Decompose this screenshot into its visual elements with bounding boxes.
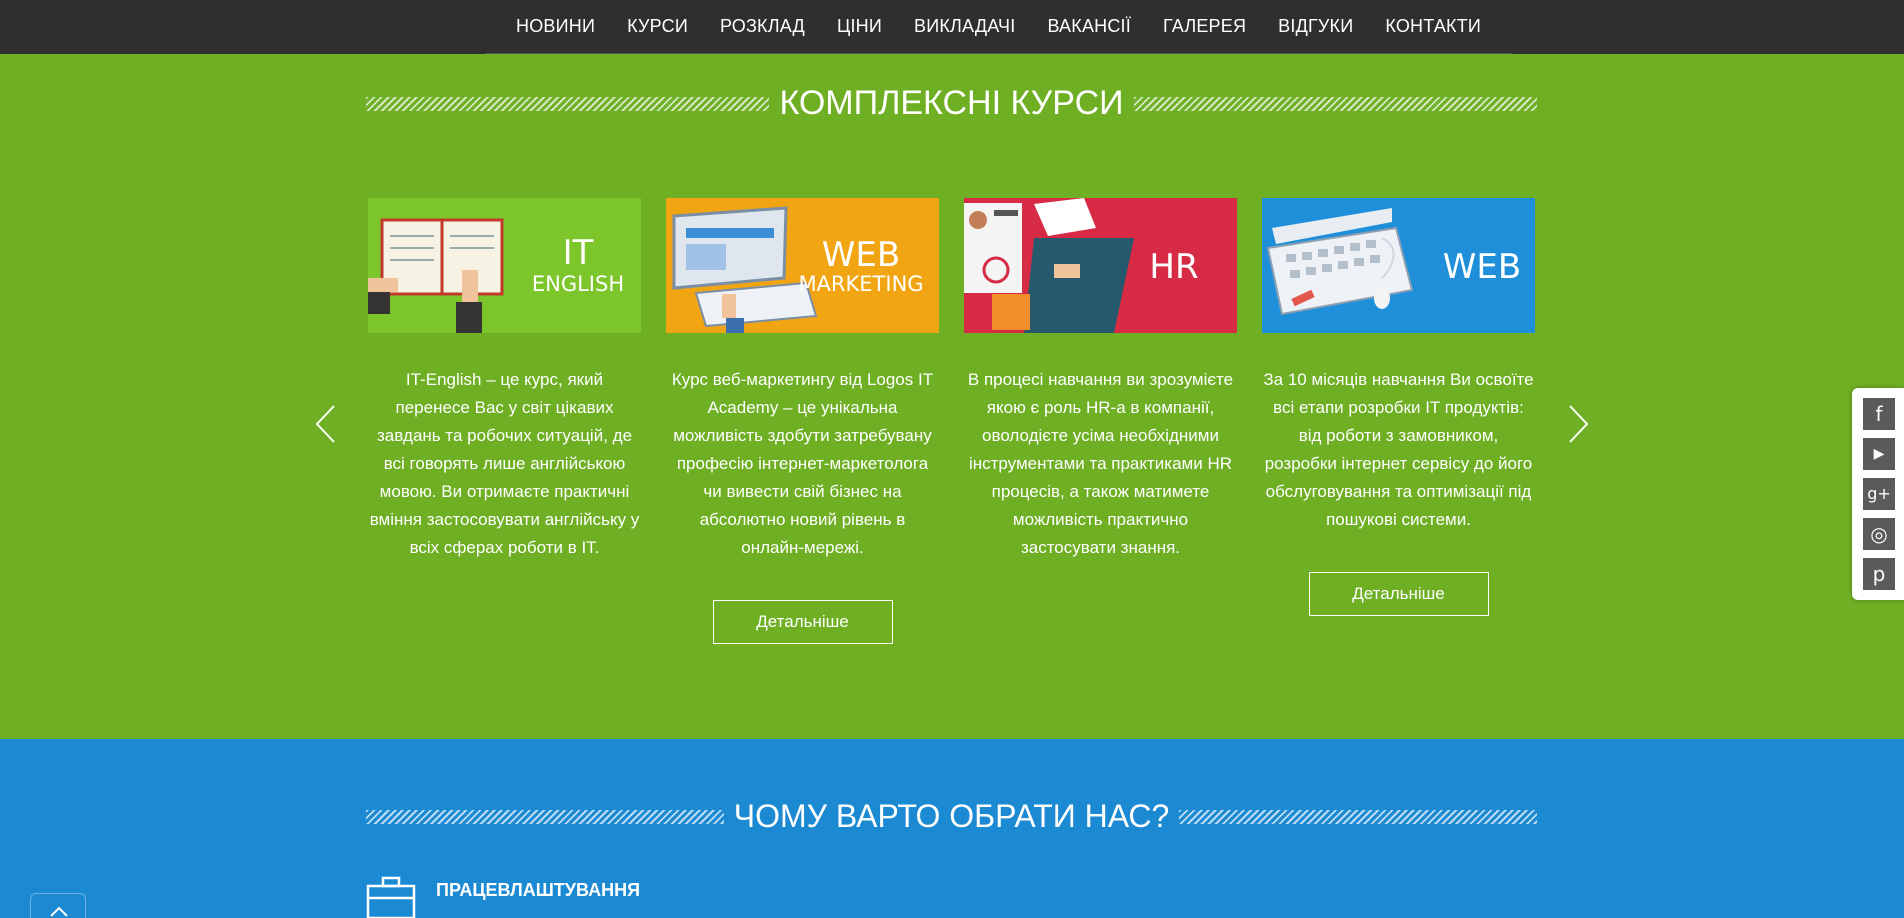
nav-item-reviews[interactable]: ВІДГУКИ bbox=[1278, 16, 1353, 37]
google-plus-icon[interactable]: g+ bbox=[1863, 478, 1895, 510]
nav-item-news[interactable]: НОВИНИ bbox=[516, 16, 595, 37]
courses-section-header: КОМПЛЕКСНІ КУРСИ bbox=[366, 84, 1537, 123]
carousel-next-arrow[interactable] bbox=[1566, 404, 1590, 444]
social-sidebar: f ▶ g+ ◎ p bbox=[1852, 388, 1904, 600]
chevron-left-icon bbox=[315, 405, 335, 443]
title-decoration-right bbox=[1133, 96, 1537, 111]
image-label-primary: WEB bbox=[821, 235, 901, 275]
why-section-header: ЧОМУ ВАРТО ОБРАТИ НАС? bbox=[366, 798, 1538, 835]
details-button[interactable]: Детальніше bbox=[712, 600, 893, 644]
youtube-icon[interactable]: ▶ bbox=[1863, 438, 1895, 470]
feature-title: ПРАЦЕВЛАШТУВАННЯ bbox=[436, 880, 641, 900]
title-decoration-left bbox=[366, 809, 724, 824]
image-label-primary: HR bbox=[1149, 247, 1199, 287]
course-image[interactable]: WEB bbox=[1262, 198, 1535, 333]
course-image[interactable]: IT ENGLISH bbox=[368, 198, 641, 333]
facebook-icon[interactable]: f bbox=[1863, 398, 1895, 430]
course-description: IT-English – це курс, який перенесе Вас … bbox=[369, 370, 640, 557]
course-image[interactable]: WEB MARKETING bbox=[666, 198, 939, 333]
instagram-icon[interactable]: ◎ bbox=[1863, 518, 1895, 550]
nav-item-teachers[interactable]: ВИКЛАДАЧІ bbox=[914, 16, 1015, 37]
image-label-secondary: MARKETING bbox=[798, 272, 924, 296]
nav-item-contacts[interactable]: КОНТАКТИ bbox=[1385, 16, 1481, 37]
pinterest-icon[interactable]: p bbox=[1863, 558, 1895, 590]
course-card-web-marketing: WEB MARKETING Курс веб-маркетингу від Lo… bbox=[666, 198, 939, 644]
why-section-title: ЧОМУ ВАРТО ОБРАТИ НАС? bbox=[733, 798, 1170, 834]
nav-item-courses[interactable]: КУРСИ bbox=[627, 16, 688, 37]
course-description: Курс веб-маркетингу від Logos IT Academy… bbox=[671, 370, 934, 557]
nav-item-vacancies[interactable]: ВАКАНСІЇ bbox=[1047, 16, 1131, 37]
image-label-primary: WEB bbox=[1442, 247, 1522, 287]
courses-section-title: КОМПЛЕКСНІ КУРСИ bbox=[779, 84, 1124, 122]
briefcase-icon bbox=[366, 876, 416, 918]
courses-section: КОМПЛЕКСНІ КУРСИ IT ENGLISH IT-English –… bbox=[0, 54, 1904, 739]
course-image[interactable]: HR bbox=[964, 198, 1237, 333]
main-menu: НОВИНИ КУРСИ РОЗКЛАД ЦІНИ ВИКЛАДАЧІ ВАКА… bbox=[485, 0, 1513, 54]
details-button[interactable]: Детальніше bbox=[1308, 572, 1489, 616]
top-navigation: НОВИНИ КУРСИ РОЗКЛАД ЦІНИ ВИКЛАДАЧІ ВАКА… bbox=[0, 0, 1904, 54]
image-label-secondary: ENGLISH bbox=[531, 272, 625, 296]
course-card-it-english: IT ENGLISH IT-English – це курс, який пе… bbox=[368, 198, 641, 562]
course-card-web: WEB За 10 місяців навчання Ви освоїте вс… bbox=[1262, 198, 1535, 616]
chevron-up-icon bbox=[50, 906, 68, 917]
chevron-right-icon bbox=[1569, 405, 1589, 443]
course-description: В процесі навчання ви зрозумієте якою є … bbox=[967, 370, 1234, 557]
nav-item-gallery[interactable]: ГАЛЕРЕЯ bbox=[1163, 16, 1246, 37]
nav-item-prices[interactable]: ЦІНИ bbox=[837, 16, 882, 37]
title-decoration-right bbox=[1179, 809, 1538, 824]
image-label-primary: IT bbox=[562, 233, 594, 273]
title-decoration-left bbox=[366, 96, 770, 111]
course-description: За 10 місяців навчання Ви освоїте всі ет… bbox=[1263, 370, 1534, 529]
course-card-hr: HR В процесі навчання ви зрозумієте якою… bbox=[964, 198, 1237, 562]
carousel-prev-arrow[interactable] bbox=[314, 404, 338, 444]
scroll-to-top-button[interactable] bbox=[30, 893, 86, 918]
nav-item-schedule[interactable]: РОЗКЛАД bbox=[720, 16, 805, 37]
